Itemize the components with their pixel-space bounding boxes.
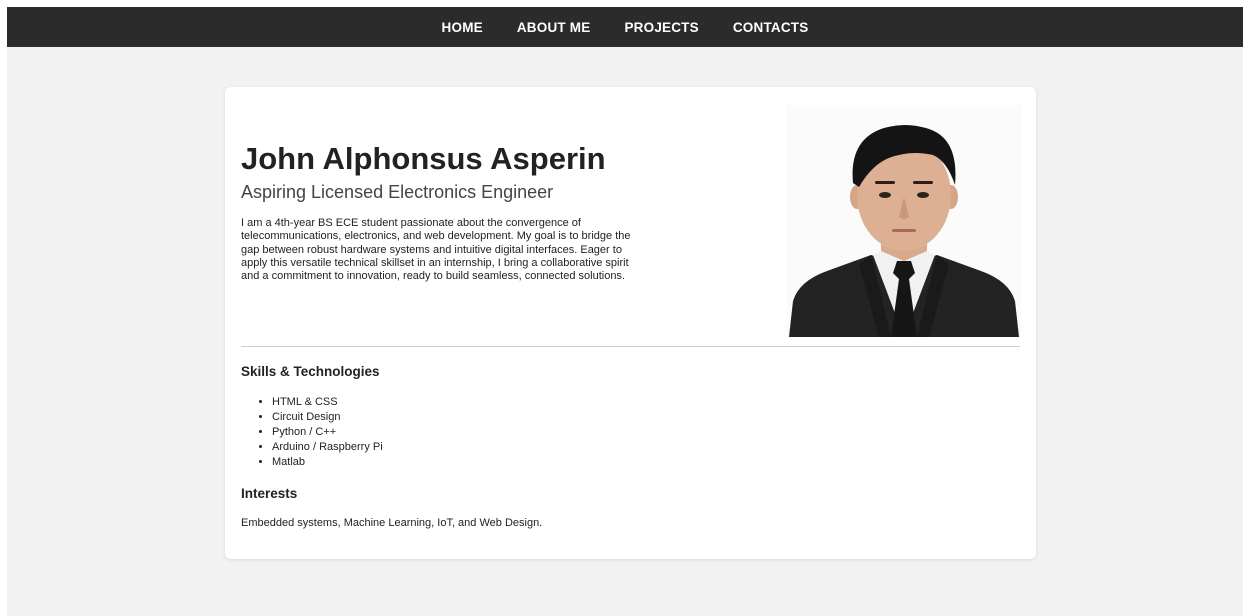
nav-link-about-me[interactable]: ABOUT ME: [517, 20, 591, 35]
nav-links: HOME ABOUT ME PROJECTS CONTACTS: [7, 7, 1243, 47]
profile-card: John Alphonsus Asperin Aspiring Licensed…: [225, 87, 1036, 559]
nav-link-projects[interactable]: PROJECTS: [624, 20, 698, 35]
nav-link-contacts[interactable]: CONTACTS: [733, 20, 809, 35]
top-navbar: HOME ABOUT ME PROJECTS CONTACTS: [7, 7, 1243, 47]
skill-item: HTML & CSS: [272, 395, 383, 410]
profile-subtitle: Aspiring Licensed Electronics Engineer: [241, 182, 554, 202]
skill-item: Python / C++: [272, 425, 383, 440]
skills-list: HTML & CSS Circuit Design Python / C++ A…: [241, 395, 383, 470]
skills-heading: Skills & Technologies: [241, 364, 380, 379]
skill-item: Circuit Design: [272, 410, 383, 425]
profile-photo: [787, 105, 1021, 337]
page-background: HOME ABOUT ME PROJECTS CONTACTS John Alp…: [7, 7, 1243, 616]
profile-intro: John Alphonsus Asperin Aspiring Licensed…: [241, 141, 641, 283]
nav-link-home[interactable]: HOME: [442, 20, 483, 35]
section-divider: [241, 346, 1020, 347]
skill-item: Matlab: [272, 455, 383, 470]
profile-photo-illustration: [787, 105, 1021, 337]
profile-name: John Alphonsus Asperin: [241, 141, 606, 176]
interests-heading: Interests: [241, 486, 298, 501]
skill-item: Arduino / Raspberry Pi: [272, 440, 383, 455]
profile-bio: I am a 4th-year BS ECE student passionat…: [241, 217, 631, 283]
interests-text: Embedded systems, Machine Learning, IoT,…: [241, 517, 543, 529]
